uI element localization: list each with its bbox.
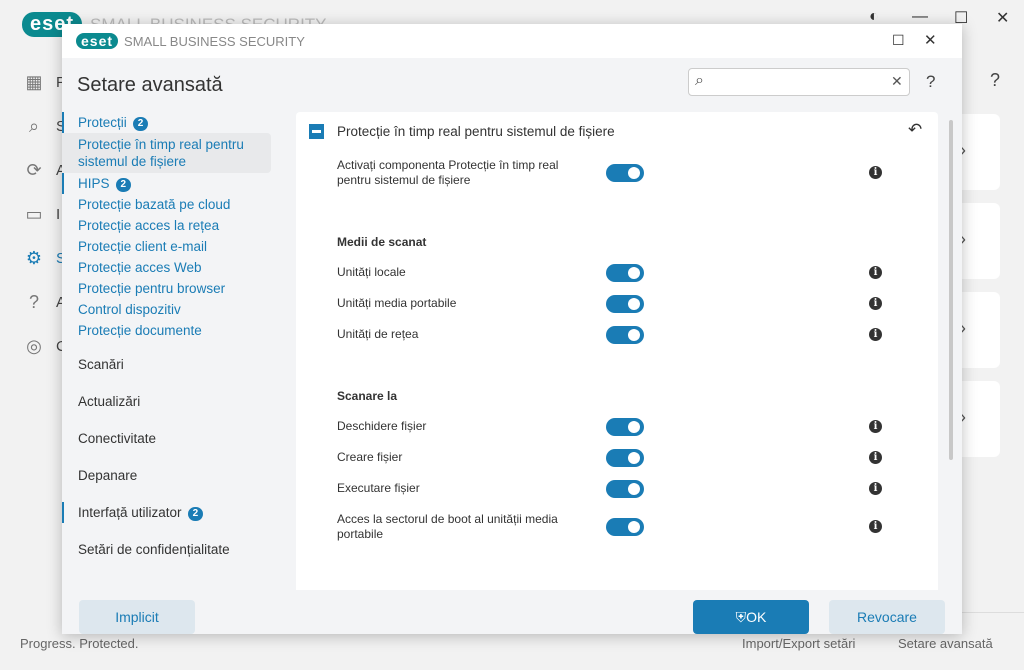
sidebar-item-updates[interactable]: Actualizări: [62, 391, 272, 412]
sidebar-item-troubleshooting[interactable]: Depanare: [62, 465, 272, 486]
advanced-setup-link[interactable]: Setare avansată: [898, 636, 993, 651]
revert-icon[interactable]: ↶: [908, 120, 922, 140]
sidebar: Protecții 2 Protecție în timp real pentru…: [62, 112, 272, 560]
info-icon[interactable]: i: [869, 520, 882, 533]
shield-icon: ⛨: [735, 609, 747, 625]
setup-icon[interactable]: ⚙: [24, 248, 44, 268]
info-icon[interactable]: i: [869, 297, 882, 310]
search-icon: ⌕: [695, 72, 704, 89]
file-execute-toggle[interactable]: [606, 480, 644, 498]
info-icon[interactable]: i: [869, 266, 882, 279]
local-drives-toggle[interactable]: [606, 264, 644, 282]
info-icon[interactable]: i: [869, 451, 882, 464]
update-icon[interactable]: ⟳: [24, 160, 44, 180]
ok-label: OK: [746, 609, 767, 625]
search-field[interactable]: [715, 72, 885, 92]
sidebar-item-label: HIPS: [78, 176, 110, 191]
sidebar-item-email[interactable]: Protecție client e-mail: [62, 236, 272, 257]
sidebar-item-cloud[interactable]: Protecție bazată pe cloud: [62, 194, 272, 215]
import-export-link[interactable]: Import/Export setări: [742, 636, 855, 651]
help-icon[interactable]: ?: [990, 70, 1000, 91]
overview-icon[interactable]: ▦: [24, 72, 44, 92]
info-icon[interactable]: i: [869, 420, 882, 433]
tools-icon[interactable]: ▭: [24, 204, 44, 224]
enable-toggle[interactable]: [606, 164, 644, 182]
sidebar-item-realtime[interactable]: Protecție în timp real pentru sistemul d…: [62, 133, 271, 173]
file-open-toggle[interactable]: [606, 418, 644, 436]
sidebar-item-network[interactable]: Protecție acces la rețea: [62, 215, 272, 236]
sidebar-item-device[interactable]: Control dispozitiv: [62, 299, 272, 320]
sidebar-item-label: Protecție în timp real pentru sistemul d…: [78, 137, 244, 169]
sidebar-item-connectivity[interactable]: Conectivitate: [62, 428, 272, 449]
badge: 2: [115, 178, 132, 192]
setting-label: Activați componenta Protecție în timp re…: [337, 158, 559, 187]
scrollbar[interactable]: [949, 120, 953, 460]
section-title: Protecție în timp real pentru sistemul d…: [337, 124, 615, 139]
sidebar-item-ui[interactable]: Interfață utilizator 2: [62, 502, 272, 523]
footer-slogan: Progress. Protected.: [20, 636, 139, 651]
network-drives-toggle[interactable]: [606, 326, 644, 344]
badge: 2: [132, 117, 149, 131]
boot-sector-toggle[interactable]: [606, 518, 644, 536]
dialog-logo: eset: [76, 33, 119, 49]
clear-icon[interactable]: ✕: [891, 73, 903, 90]
sidebar-item-web[interactable]: Protecție acces Web: [62, 257, 272, 278]
sidebar-item-scans[interactable]: Scanări: [62, 354, 272, 375]
sidebar-item-label: Protecții: [78, 115, 127, 130]
dialog-titlebar: eset SMALL BUSINESS SECURITY ☐ ✕: [62, 24, 962, 58]
dialog-title: SMALL BUSINESS SECURITY: [124, 33, 305, 49]
removable-media-toggle[interactable]: [606, 295, 644, 313]
maximize-button[interactable]: ☐: [892, 32, 905, 49]
sidebar-item-browser[interactable]: Protecție pentru browser: [62, 278, 272, 299]
info-icon[interactable]: i: [869, 328, 882, 341]
sidebar-item-documents[interactable]: Protecție documente: [62, 320, 272, 341]
setting-label: Acces la sectorul de boot al unității me…: [337, 512, 558, 541]
account-icon[interactable]: ◎: [24, 336, 44, 356]
divider: [962, 612, 1024, 613]
section-heading: Scanare la: [337, 389, 398, 403]
search-icon[interactable]: ⌕: [24, 116, 44, 136]
nav-label[interactable]: I: [56, 206, 60, 223]
settings-panel: Protecție în timp real pentru sistemul d…: [296, 112, 938, 590]
sidebar-item-protections[interactable]: Protecții 2: [62, 112, 272, 133]
advanced-setup-dialog: eset SMALL BUSINESS SECURITY ☐ ✕ Setare …: [62, 24, 962, 634]
info-icon[interactable]: i: [869, 482, 882, 495]
help-circle-icon[interactable]: ?: [24, 292, 44, 312]
section-heading: Medii de scanat: [337, 235, 427, 249]
default-button[interactable]: Implicit: [79, 600, 195, 634]
page-title: Setare avansată: [77, 74, 223, 96]
search-input[interactable]: ⌕ ✕: [688, 68, 910, 96]
collapse-icon[interactable]: [309, 124, 324, 139]
help-icon[interactable]: ?: [926, 72, 935, 92]
file-create-toggle[interactable]: [606, 449, 644, 467]
info-icon[interactable]: i: [869, 166, 882, 179]
sidebar-item-hips[interactable]: HIPS 2: [62, 173, 272, 194]
ok-button[interactable]: ⛨OK: [693, 600, 809, 634]
sidebar-item-privacy[interactable]: Setări de confidențialitate: [62, 539, 272, 560]
cancel-button[interactable]: Revocare: [829, 600, 945, 634]
sidebar-item-label: Interfață utilizator: [78, 505, 182, 520]
close-button[interactable]: ✕: [996, 8, 1009, 28]
close-button[interactable]: ✕: [924, 31, 937, 49]
badge: 2: [187, 507, 204, 521]
